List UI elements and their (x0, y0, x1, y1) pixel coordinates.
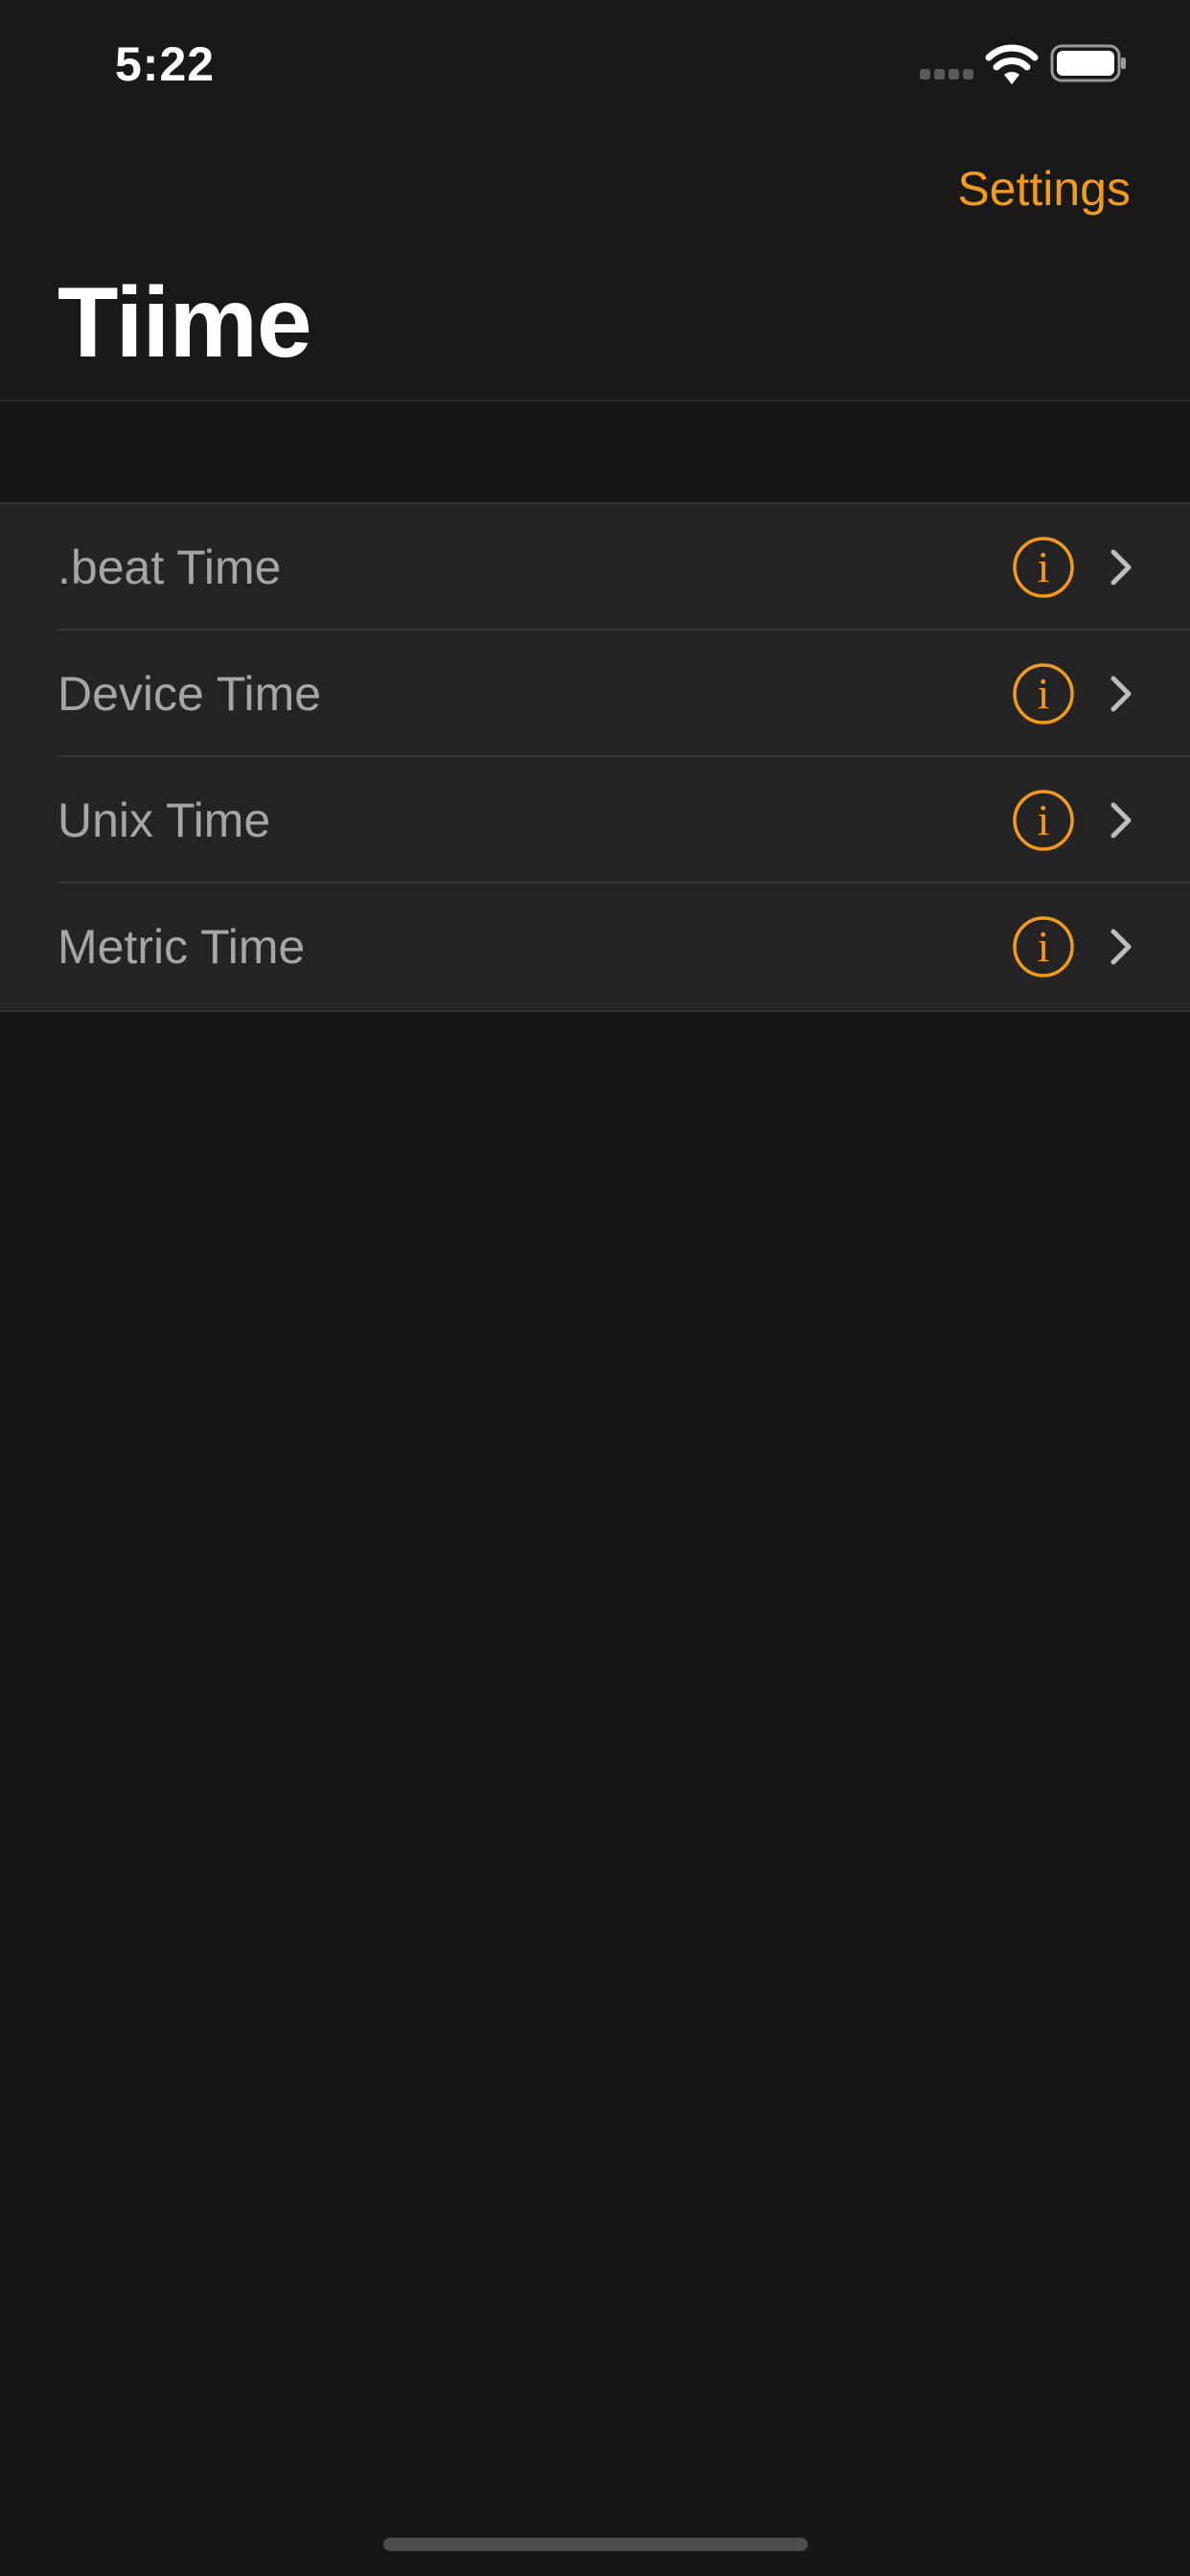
list-item[interactable]: Metric Time i (0, 884, 1190, 1010)
svg-text:i: i (1038, 922, 1050, 971)
svg-text:i: i (1038, 669, 1050, 718)
wifi-icon (985, 44, 1039, 84)
list-item[interactable]: Unix Time i (0, 757, 1190, 884)
info-icon[interactable]: i (1012, 915, 1075, 978)
chevron-right-icon (1110, 929, 1132, 965)
chevron-right-icon (1110, 549, 1132, 586)
battery-icon (1050, 44, 1126, 82)
list-item-label: Unix Time (57, 794, 271, 847)
home-indicator[interactable] (383, 2538, 808, 2551)
info-icon[interactable]: i (1012, 536, 1075, 599)
info-icon[interactable]: i (1012, 789, 1075, 852)
list-item-label: Metric Time (57, 920, 306, 974)
info-icon[interactable]: i (1012, 662, 1075, 725)
chevron-right-icon (1110, 676, 1132, 712)
time-format-list: .beat Time i Device Time i Unix Time i M… (0, 502, 1190, 1012)
list-item[interactable]: .beat Time i (0, 504, 1190, 631)
status-time: 5:22 (115, 37, 216, 91)
page-title: Tiime (57, 267, 312, 379)
svg-text:i: i (1038, 542, 1050, 591)
list-item-label: Device Time (57, 667, 322, 721)
list-item[interactable]: Device Time i (0, 631, 1190, 757)
cellular-signal-icon (920, 69, 973, 80)
list-item-label: .beat Time (57, 540, 282, 594)
chevron-right-icon (1110, 802, 1132, 839)
svg-text:i: i (1038, 795, 1050, 844)
settings-button[interactable]: Settings (957, 161, 1131, 217)
navigation-bar: 5:22 Settings Tiime (0, 0, 1190, 402)
